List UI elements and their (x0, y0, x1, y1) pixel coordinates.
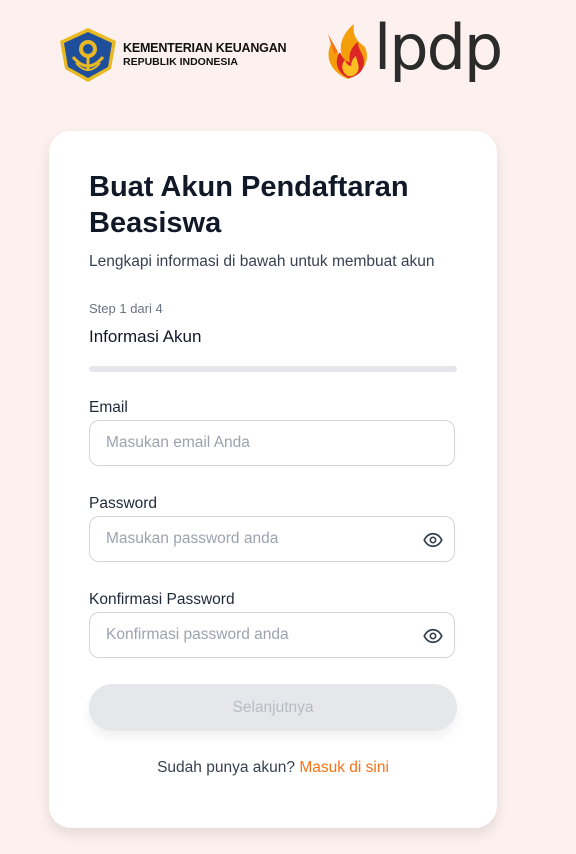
step-progress-bar (89, 366, 457, 372)
step-indicator: Step 1 dari 4 (89, 301, 163, 316)
email-field-wrapper (89, 420, 455, 466)
password-label: Password (89, 495, 158, 512)
login-prompt-text: Sudah punya akun? (157, 759, 295, 776)
next-button[interactable]: Selanjutnya (89, 684, 457, 731)
login-prompt-row: Sudah punya akun? Masuk di sini (49, 759, 497, 777)
email-label: Email (89, 399, 128, 416)
step-title: Informasi Akun (89, 327, 202, 346)
confirm-password-label: Konfirmasi Password (89, 591, 235, 608)
eye-icon[interactable] (423, 530, 443, 550)
page-subtitle: Lengkapi informasi di bawah untuk membua… (89, 253, 435, 270)
password-field-wrapper (89, 516, 455, 562)
page-title: Buat Akun Pendaftaran Beasiswa (89, 171, 409, 239)
eye-icon[interactable] (423, 626, 443, 646)
kemenkeu-name: KEMENTERIAN KEUANGAN (123, 40, 287, 55)
password-field[interactable] (106, 517, 406, 561)
kemenkeu-emblem-icon (60, 28, 116, 82)
confirm-password-field-wrapper (89, 612, 455, 658)
lpdp-flame-icon (328, 24, 367, 79)
kemenkeu-country: REPUBLIK INDONESIA (123, 56, 238, 69)
lpdp-logo: lpdp (324, 11, 503, 84)
registration-card: Buat Akun Pendaftaran Beasiswa Lengkapi … (49, 131, 497, 828)
lpdp-wordmark: lpdp (374, 11, 503, 84)
login-link[interactable]: Masuk di sini (299, 759, 389, 776)
kemenkeu-logo: KEMENTERIAN KEUANGAN REPUBLIK INDONESIA (59, 27, 287, 83)
email-field[interactable] (106, 421, 406, 465)
confirm-password-field[interactable] (106, 613, 406, 657)
header-logos: KEMENTERIAN KEUANGAN REPUBLIK INDONESIA … (0, 0, 576, 110)
